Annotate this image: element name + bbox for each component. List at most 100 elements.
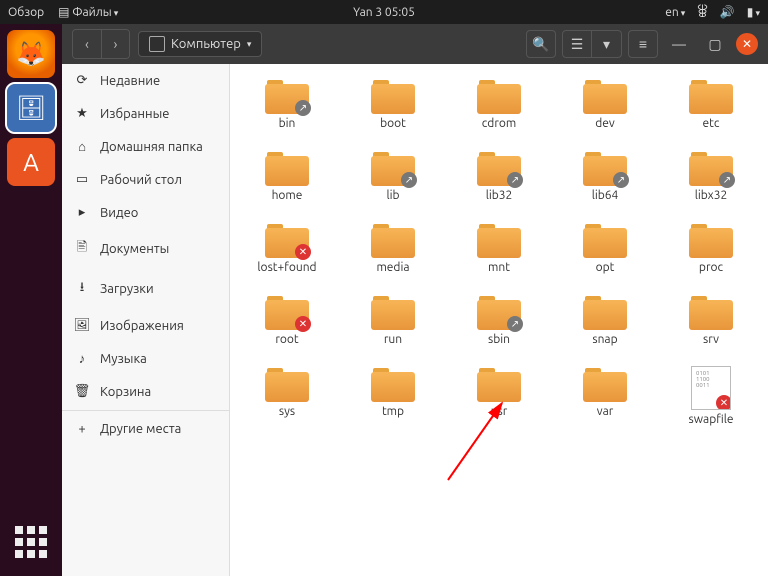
sidebar-item[interactable]: ▸Видео <box>62 196 229 229</box>
sidebar-item-label: Избранные <box>100 107 169 121</box>
folder-item[interactable]: cdrom <box>446 76 552 148</box>
volume-icon[interactable]: 🔊 <box>720 5 735 19</box>
sidebar-item-label: Изображения <box>100 319 184 333</box>
back-button[interactable]: ‹ <box>73 30 101 58</box>
dock-firefox[interactable]: 🦊 <box>7 30 55 78</box>
dock-files[interactable]: 🗄 <box>7 84 55 132</box>
activities-button[interactable]: Обзор <box>8 6 44 19</box>
item-label: root <box>275 333 298 346</box>
sidebar-item[interactable]: 🖹Документы <box>62 229 229 269</box>
show-applications[interactable] <box>7 518 55 566</box>
folder-item[interactable]: home <box>234 148 340 220</box>
sidebar-item-label: Домашняя папка <box>100 140 203 154</box>
folder-icon <box>371 366 415 402</box>
noaccess-badge: ✕ <box>295 244 311 260</box>
file-item[interactable]: 010111000011✕swapfile <box>658 364 764 436</box>
item-label: dev <box>595 117 615 130</box>
folder-item[interactable]: opt <box>552 220 658 292</box>
dock: 🦊 🗄 A <box>0 24 62 576</box>
folder-item[interactable]: media <box>340 220 446 292</box>
folder-item[interactable]: ✕root <box>234 292 340 364</box>
network-icon[interactable]: ⯚ <box>697 2 708 23</box>
item-label: var <box>597 405 614 418</box>
sidebar-item[interactable]: 🗑Корзина <box>62 375 229 408</box>
item-label: srv <box>703 333 719 346</box>
folder-item[interactable]: etc <box>658 76 764 148</box>
files-window: ‹ › Компьютер ▾ 🔍 ☰ ▾ ≡ — ▢ ✕ ⟳Недавние★… <box>62 24 768 576</box>
folder-icon: ↗ <box>477 150 521 186</box>
folder-icon <box>689 294 733 330</box>
app-menu[interactable]: ▤ Файлы <box>58 5 118 19</box>
path-bar[interactable]: Компьютер ▾ <box>138 31 262 57</box>
folder-item[interactable]: mnt <box>446 220 552 292</box>
folder-item[interactable]: proc <box>658 220 764 292</box>
sidebar-icon: ⌂ <box>74 139 90 154</box>
folder-item[interactable]: tmp <box>340 364 446 436</box>
item-label: lib32 <box>486 189 513 202</box>
close-button[interactable]: ✕ <box>736 33 758 55</box>
item-label: opt <box>596 261 615 274</box>
folder-item[interactable]: snap <box>552 292 658 364</box>
folder-item[interactable]: ↗sbin <box>446 292 552 364</box>
sidebar-item-label: Другие места <box>100 422 181 436</box>
item-label: lib <box>386 189 399 202</box>
folder-icon: ↗ <box>371 150 415 186</box>
folder-icon <box>583 366 627 402</box>
sidebar-item[interactable]: ★ Избранные <box>62 97 229 130</box>
sidebar-item[interactable]: ♪Музыка <box>62 342 229 375</box>
folder-item[interactable]: ↗lib64 <box>552 148 658 220</box>
item-label: boot <box>380 117 406 130</box>
folder-item[interactable]: ↗lib <box>340 148 446 220</box>
input-source[interactable]: en <box>665 6 685 19</box>
item-label: lib64 <box>592 189 619 202</box>
folder-item[interactable]: ✕lost+found <box>234 220 340 292</box>
folder-icon <box>265 150 309 186</box>
sidebar-item[interactable]: ▭Рабочий стол <box>62 163 229 196</box>
battery-icon[interactable]: ▮ <box>747 5 760 19</box>
folder-icon <box>689 222 733 258</box>
folder-item[interactable]: usr <box>446 364 552 436</box>
sidebar-item[interactable]: ⌂ Домашняя папка <box>62 130 229 163</box>
folder-item[interactable]: sys <box>234 364 340 436</box>
icon-view[interactable]: ↗binbootcdromdevetchome↗lib↗lib32↗lib64↗… <box>230 64 768 576</box>
folder-item[interactable]: boot <box>340 76 446 148</box>
item-label: lost+found <box>257 261 316 274</box>
item-label: proc <box>699 261 723 274</box>
folder-item[interactable]: ↗bin <box>234 76 340 148</box>
sidebar-item[interactable]: ⟳Недавние <box>62 64 229 97</box>
symlink-badge: ↗ <box>613 172 629 188</box>
view-list-button[interactable]: ☰ <box>562 30 592 58</box>
folder-icon: ↗ <box>689 150 733 186</box>
item-label: sys <box>279 405 295 418</box>
hamburger-menu[interactable]: ≡ <box>628 30 658 58</box>
item-label: home <box>272 189 303 202</box>
folder-item[interactable]: ↗lib32 <box>446 148 552 220</box>
sidebar-item-label: Загрузки <box>100 282 154 296</box>
symlink-badge: ↗ <box>401 172 417 188</box>
folder-icon <box>583 294 627 330</box>
symlink-badge: ↗ <box>507 172 523 188</box>
minimize-button[interactable]: — <box>664 30 694 58</box>
maximize-button[interactable]: ▢ <box>700 30 730 58</box>
sidebar-item-label: Документы <box>100 242 169 256</box>
item-label: swapfile <box>689 413 734 426</box>
search-button[interactable]: 🔍 <box>526 30 556 58</box>
sidebar-item-label: Видео <box>100 206 138 220</box>
forward-button[interactable]: › <box>101 30 129 58</box>
dock-software[interactable]: A <box>7 138 55 186</box>
folder-item[interactable]: run <box>340 292 446 364</box>
view-options-button[interactable]: ▾ <box>592 30 622 58</box>
folder-icon <box>371 222 415 258</box>
separator <box>62 410 229 411</box>
sidebar-other-places[interactable]: + Другие места <box>62 413 229 445</box>
item-label: snap <box>592 333 617 346</box>
sidebar-item[interactable]: ⭳Загрузки <box>62 269 229 309</box>
folder-icon <box>583 78 627 114</box>
folder-item[interactable]: ↗libx32 <box>658 148 764 220</box>
folder-item[interactable]: srv <box>658 292 764 364</box>
clock[interactable]: Yan 3 05:05 <box>353 6 415 19</box>
sidebar-item[interactable]: 🖼Изображения <box>62 309 229 342</box>
folder-item[interactable]: dev <box>552 76 658 148</box>
folder-item[interactable]: var <box>552 364 658 436</box>
sidebar-icon: ★ <box>74 106 90 121</box>
